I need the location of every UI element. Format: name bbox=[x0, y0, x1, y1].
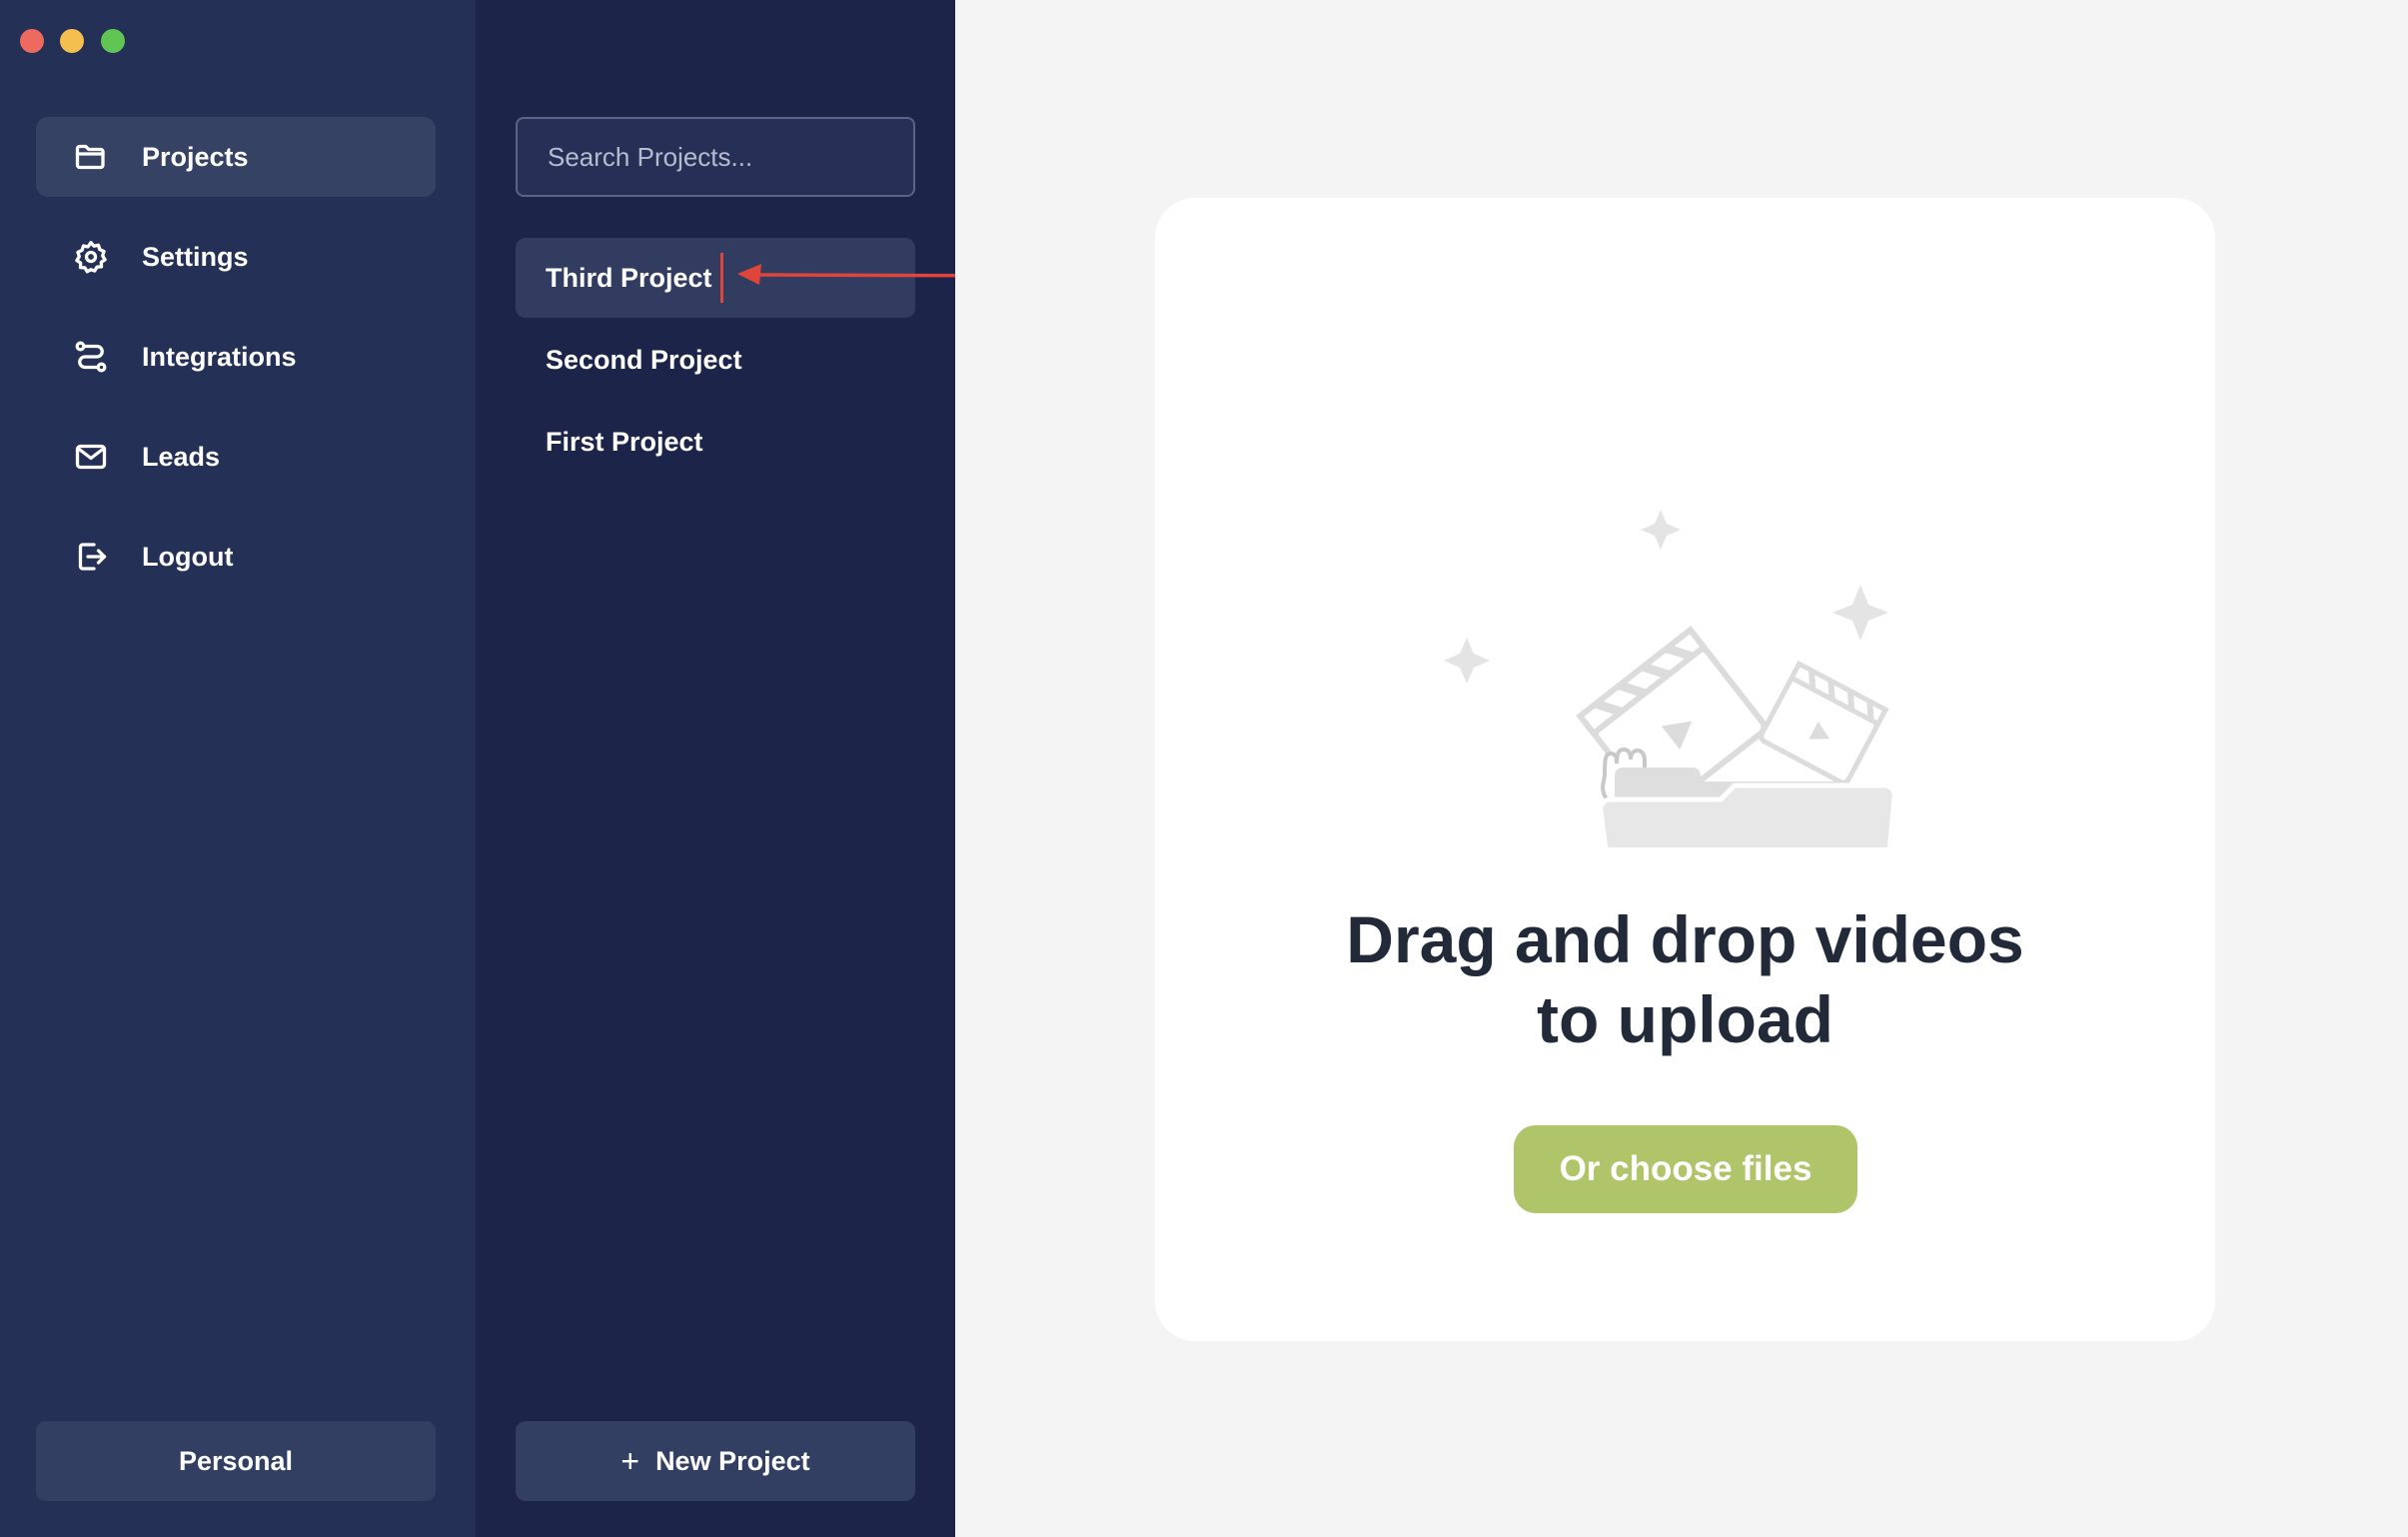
sidebar-item-leads[interactable]: Leads bbox=[36, 417, 436, 497]
sparkle-icon bbox=[1832, 585, 1888, 641]
search-projects-input[interactable] bbox=[516, 117, 915, 197]
upload-headline-line2: to upload bbox=[1537, 982, 1833, 1056]
window-close-button[interactable] bbox=[20, 29, 44, 53]
gear-icon bbox=[72, 238, 110, 276]
upload-dropzone[interactable]: Drag and drop videos to upload Or choose… bbox=[1155, 198, 2215, 1341]
upload-headline-line1: Drag and drop videos bbox=[1346, 902, 2024, 976]
sidebar-item-projects[interactable]: Projects bbox=[36, 117, 436, 197]
new-project-label: New Project bbox=[655, 1445, 810, 1476]
sidebar-item-label: Leads bbox=[142, 441, 221, 472]
folder-icon bbox=[72, 138, 110, 176]
sidebar: Projects Settings Integrations Leads Log… bbox=[0, 0, 476, 1537]
project-item-first[interactable]: First Project bbox=[516, 402, 915, 482]
sidebar-item-label: Projects bbox=[142, 141, 249, 172]
sidebar-item-integrations[interactable]: Integrations bbox=[36, 317, 436, 397]
project-item-second[interactable]: Second Project bbox=[516, 320, 915, 400]
mail-icon bbox=[72, 438, 110, 476]
sparkle-icon bbox=[1641, 510, 1681, 550]
sidebar-item-settings[interactable]: Settings bbox=[36, 217, 436, 297]
workspace-button[interactable]: Personal bbox=[36, 1421, 436, 1501]
sidebar-item-label: Integrations bbox=[142, 341, 297, 372]
window-maximize-button[interactable] bbox=[101, 29, 125, 53]
route-icon bbox=[72, 338, 110, 376]
upload-illustration-icon bbox=[1444, 510, 1897, 847]
sidebar-item-label: Logout bbox=[142, 541, 234, 572]
main-area: Drag and drop videos to upload Or choose… bbox=[955, 0, 2408, 1537]
text-caret bbox=[719, 253, 723, 303]
sparkle-icon bbox=[1444, 638, 1490, 684]
sidebar-item-label: Settings bbox=[142, 241, 249, 272]
logout-icon bbox=[72, 538, 110, 576]
choose-files-button[interactable]: Or choose files bbox=[1514, 1125, 1857, 1213]
plus-icon: + bbox=[620, 1442, 640, 1479]
projects-panel: Third Project Second Project First Proje… bbox=[476, 0, 955, 1537]
project-label: Third Project bbox=[546, 262, 712, 293]
upload-headline: Drag and drop videos to upload bbox=[1155, 899, 2215, 1059]
project-label: First Project bbox=[546, 426, 703, 457]
sidebar-item-logout[interactable]: Logout bbox=[36, 517, 436, 597]
project-label: Second Project bbox=[546, 344, 742, 375]
new-project-button[interactable]: + New Project bbox=[516, 1421, 915, 1501]
clapperboard-icon bbox=[1759, 660, 1889, 785]
window-minimize-button[interactable] bbox=[60, 29, 84, 53]
